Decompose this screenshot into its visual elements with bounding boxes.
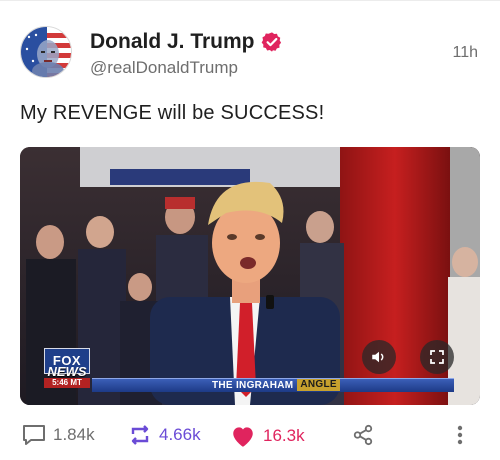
show-title-part2: ANGLE (297, 379, 340, 391)
channel-logo-news: NEWS (47, 364, 87, 379)
reply-button[interactable]: 1.84k (22, 424, 95, 446)
reply-icon (23, 425, 45, 445)
channel-logo: FOX NEWS 5:46 MT (44, 348, 90, 388)
repost-count: 4.66k (159, 425, 201, 444)
fullscreen-icon (430, 350, 444, 364)
top-divider (0, 0, 500, 1)
post-actions: 1.84k 4.66k 16.3k (0, 424, 500, 454)
show-title-part1: THE INGRAHAM (212, 379, 294, 391)
volume-icon (372, 351, 384, 363)
share-button[interactable] (352, 424, 374, 446)
post-text: My REVENGE will be SUCCESS! (20, 102, 325, 124)
show-title: THE INGRAHAM ANGLE (210, 377, 340, 393)
author-avatar[interactable] (20, 26, 72, 78)
channel-logo-time: 5:46 MT (44, 378, 90, 388)
volume-button[interactable] (362, 340, 396, 374)
avatar-image (21, 27, 71, 77)
fullscreen-button[interactable] (420, 340, 454, 374)
author-display-name[interactable]: Donald J. Trump (90, 30, 255, 54)
like-count: 16.3k (263, 426, 305, 445)
post-timestamp[interactable]: 11h (452, 44, 478, 62)
verified-badge-icon (261, 31, 283, 53)
reply-count: 1.84k (53, 425, 95, 444)
heart-icon (233, 427, 253, 447)
more-options-button[interactable] (456, 424, 464, 446)
like-button[interactable]: 16.3k (230, 424, 305, 448)
video-player[interactable]: FOX NEWS 5:46 MT THE INGRAHAM ANGLE (20, 147, 480, 405)
share-icon (353, 424, 373, 446)
more-vertical-icon (457, 425, 463, 445)
repost-icon (131, 425, 149, 445)
author-handle[interactable]: @realDonaldTrump (90, 58, 238, 78)
author-name-row: Donald J. Trump (90, 30, 283, 54)
repost-button[interactable]: 4.66k (128, 424, 201, 446)
